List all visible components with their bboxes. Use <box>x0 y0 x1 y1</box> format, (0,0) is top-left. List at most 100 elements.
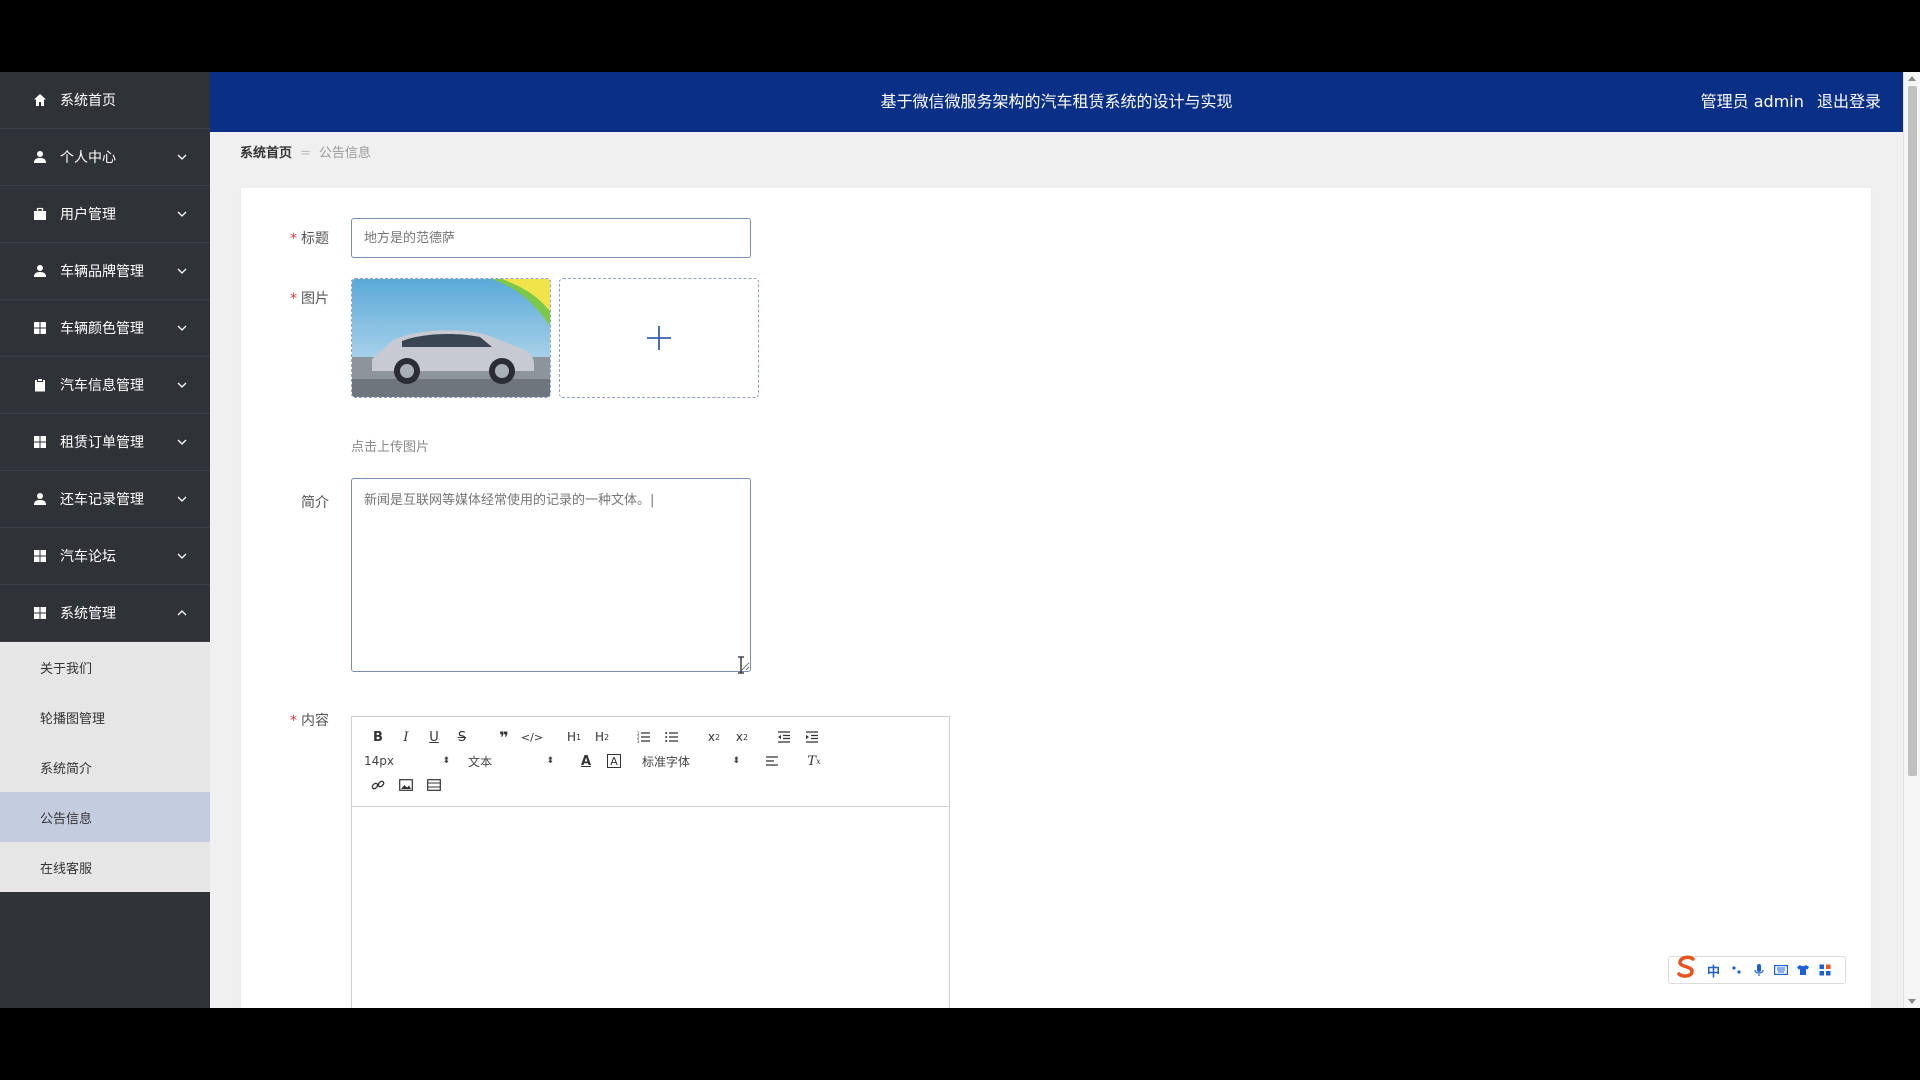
scrollbar-thumb[interactable] <box>1908 86 1917 776</box>
underline-icon[interactable]: U <box>420 726 448 748</box>
submenu-item-online-service[interactable]: 在线客服 <box>0 842 210 892</box>
sidebar-item-brand-management[interactable]: 车辆品牌管理 <box>0 243 210 300</box>
font-size-select[interactable]: 14px ⬍ <box>364 754 450 768</box>
page-scrollbar[interactable] <box>1903 72 1920 1008</box>
title-input[interactable] <box>351 218 751 258</box>
image-icon[interactable] <box>392 774 420 796</box>
sidebar-item-color-management[interactable]: 车辆颜色管理 <box>0 300 210 357</box>
microphone-icon[interactable] <box>1752 963 1766 977</box>
select-arrows-icon: ⬍ <box>732 756 740 766</box>
editor-content-area[interactable] <box>352 807 949 1008</box>
breadcrumb: 系统首页 = 公告信息 <box>240 144 371 164</box>
person-icon <box>32 491 48 507</box>
title-label: * 标题 <box>290 231 329 247</box>
align-icon[interactable] <box>758 750 786 772</box>
clipboard-icon <box>32 377 48 393</box>
sidebar-item-label: 系统首页 <box>60 93 116 109</box>
submenu-item-carousel-management[interactable]: 轮播图管理 <box>0 692 210 742</box>
home-icon <box>32 92 48 108</box>
heading-1-icon[interactable]: H1 <box>560 726 588 748</box>
sidebar-item-label: 还车记录管理 <box>60 492 144 508</box>
ime-toolbar[interactable]: 中 <box>1668 955 1846 984</box>
sidebar-item-label: 租赁订单管理 <box>60 435 144 451</box>
required-mark: * <box>290 291 297 307</box>
video-icon[interactable] <box>420 774 448 796</box>
blockquote-icon[interactable]: ❞ <box>490 726 518 748</box>
image-upload-button[interactable] <box>559 278 759 398</box>
rich-text-editor[interactable]: B I U S ❞ </> H1 H2 123 x 2 x 2 14px ⬍ 文… <box>351 716 950 1008</box>
submenu-item-about-us[interactable]: 关于我们 <box>0 642 210 692</box>
person-icon <box>32 263 48 279</box>
sidebar-item-home[interactable]: 系统首页 <box>0 72 210 129</box>
apps-grid-icon[interactable] <box>1818 963 1832 977</box>
required-mark: * <box>290 713 297 729</box>
sogou-logo-icon <box>1677 955 1695 978</box>
paragraph-format-select[interactable]: 文本 ⬍ <box>468 753 554 770</box>
chevron-down-icon <box>177 496 187 502</box>
code-icon[interactable]: </> <box>518 726 546 748</box>
car-photo <box>352 279 550 397</box>
chevron-down-icon <box>177 439 187 445</box>
intro-label: 简介 <box>301 495 329 511</box>
sidebar-item-car-forum[interactable]: 汽车论坛 <box>0 528 210 585</box>
uploaded-car-image[interactable] <box>351 278 551 398</box>
strikethrough-icon[interactable]: S <box>448 726 476 748</box>
form-card: *标题 *图片 <box>241 188 1871 1008</box>
clear-format-icon[interactable]: Tx <box>800 750 828 772</box>
person-icon <box>32 149 48 165</box>
system-management-submenu: 关于我们 轮播图管理 系统简介 公告信息 在线客服 <box>0 642 210 892</box>
breadcrumb-current: 公告信息 <box>318 146 371 161</box>
user-area: 管理员 admin 退出登录 <box>1693 72 1881 132</box>
chevron-down-icon <box>177 268 187 274</box>
skin-shirt-icon[interactable] <box>1796 963 1810 977</box>
sidebar-item-personal-center[interactable]: 个人中心 <box>0 129 210 186</box>
scroll-up-icon[interactable] <box>1908 76 1916 81</box>
background-color-icon[interactable]: A <box>607 754 621 768</box>
sidebar-item-label: 汽车信息管理 <box>60 378 144 394</box>
select-arrows-icon: ⬍ <box>442 756 450 766</box>
sidebar-item-user-management[interactable]: 用户管理 <box>0 186 210 243</box>
grid-icon <box>32 320 48 336</box>
sidebar-item-car-info-management[interactable]: 汽车信息管理 <box>0 357 210 414</box>
font-color-icon[interactable]: A <box>572 750 600 772</box>
logout-link[interactable]: 退出登录 <box>1817 92 1881 111</box>
bullet-list-icon[interactable] <box>658 726 686 748</box>
content-label: * 内容 <box>290 713 329 729</box>
letterbox-bottom <box>0 1008 1920 1080</box>
subscript-icon[interactable]: x2 <box>700 726 728 748</box>
sidebar-item-label: 车辆颜色管理 <box>60 321 144 337</box>
font-family-select[interactable]: 标准字体 ⬍ <box>642 753 740 770</box>
indent-icon[interactable] <box>798 726 826 748</box>
text-cursor-icon <box>738 656 744 674</box>
outdent-icon[interactable] <box>770 726 798 748</box>
sidebar-item-rental-order-management[interactable]: 租赁订单管理 <box>0 414 210 471</box>
chevron-down-icon <box>177 154 187 160</box>
chevron-down-icon <box>177 382 187 388</box>
heading-2-icon[interactable]: H2 <box>588 726 616 748</box>
keyboard-icon[interactable] <box>1774 963 1789 977</box>
link-icon[interactable] <box>364 774 392 796</box>
breadcrumb-home[interactable]: 系统首页 <box>240 146 292 161</box>
submenu-item-system-intro[interactable]: 系统简介 <box>0 742 210 792</box>
bold-icon[interactable]: B <box>364 726 392 748</box>
sidebar-item-label: 汽车论坛 <box>60 549 116 565</box>
ime-language[interactable]: 中 <box>1707 961 1720 980</box>
superscript-icon[interactable]: x2 <box>728 726 756 748</box>
plus-icon <box>647 326 671 350</box>
scroll-down-icon[interactable] <box>1908 999 1916 1004</box>
sidebar-item-return-record-management[interactable]: 还车记录管理 <box>0 471 210 528</box>
svg-text:3: 3 <box>637 739 640 743</box>
required-mark: * <box>290 231 297 247</box>
punctuation-icon[interactable] <box>1730 963 1744 977</box>
intro-textarea[interactable] <box>351 478 751 672</box>
chevron-down-icon <box>177 325 187 331</box>
briefcase-icon <box>32 206 48 222</box>
submenu-item-announcement[interactable]: 公告信息 <box>0 792 210 842</box>
breadcrumb-separator: = <box>300 146 311 161</box>
chevron-down-icon <box>177 211 187 217</box>
grid-icon <box>32 548 48 564</box>
sidebar-item-system-management[interactable]: 系统管理 <box>0 585 210 642</box>
ordered-list-icon[interactable]: 123 <box>630 726 658 748</box>
sidebar-item-label: 系统管理 <box>60 606 116 622</box>
italic-icon[interactable]: I <box>392 726 420 748</box>
